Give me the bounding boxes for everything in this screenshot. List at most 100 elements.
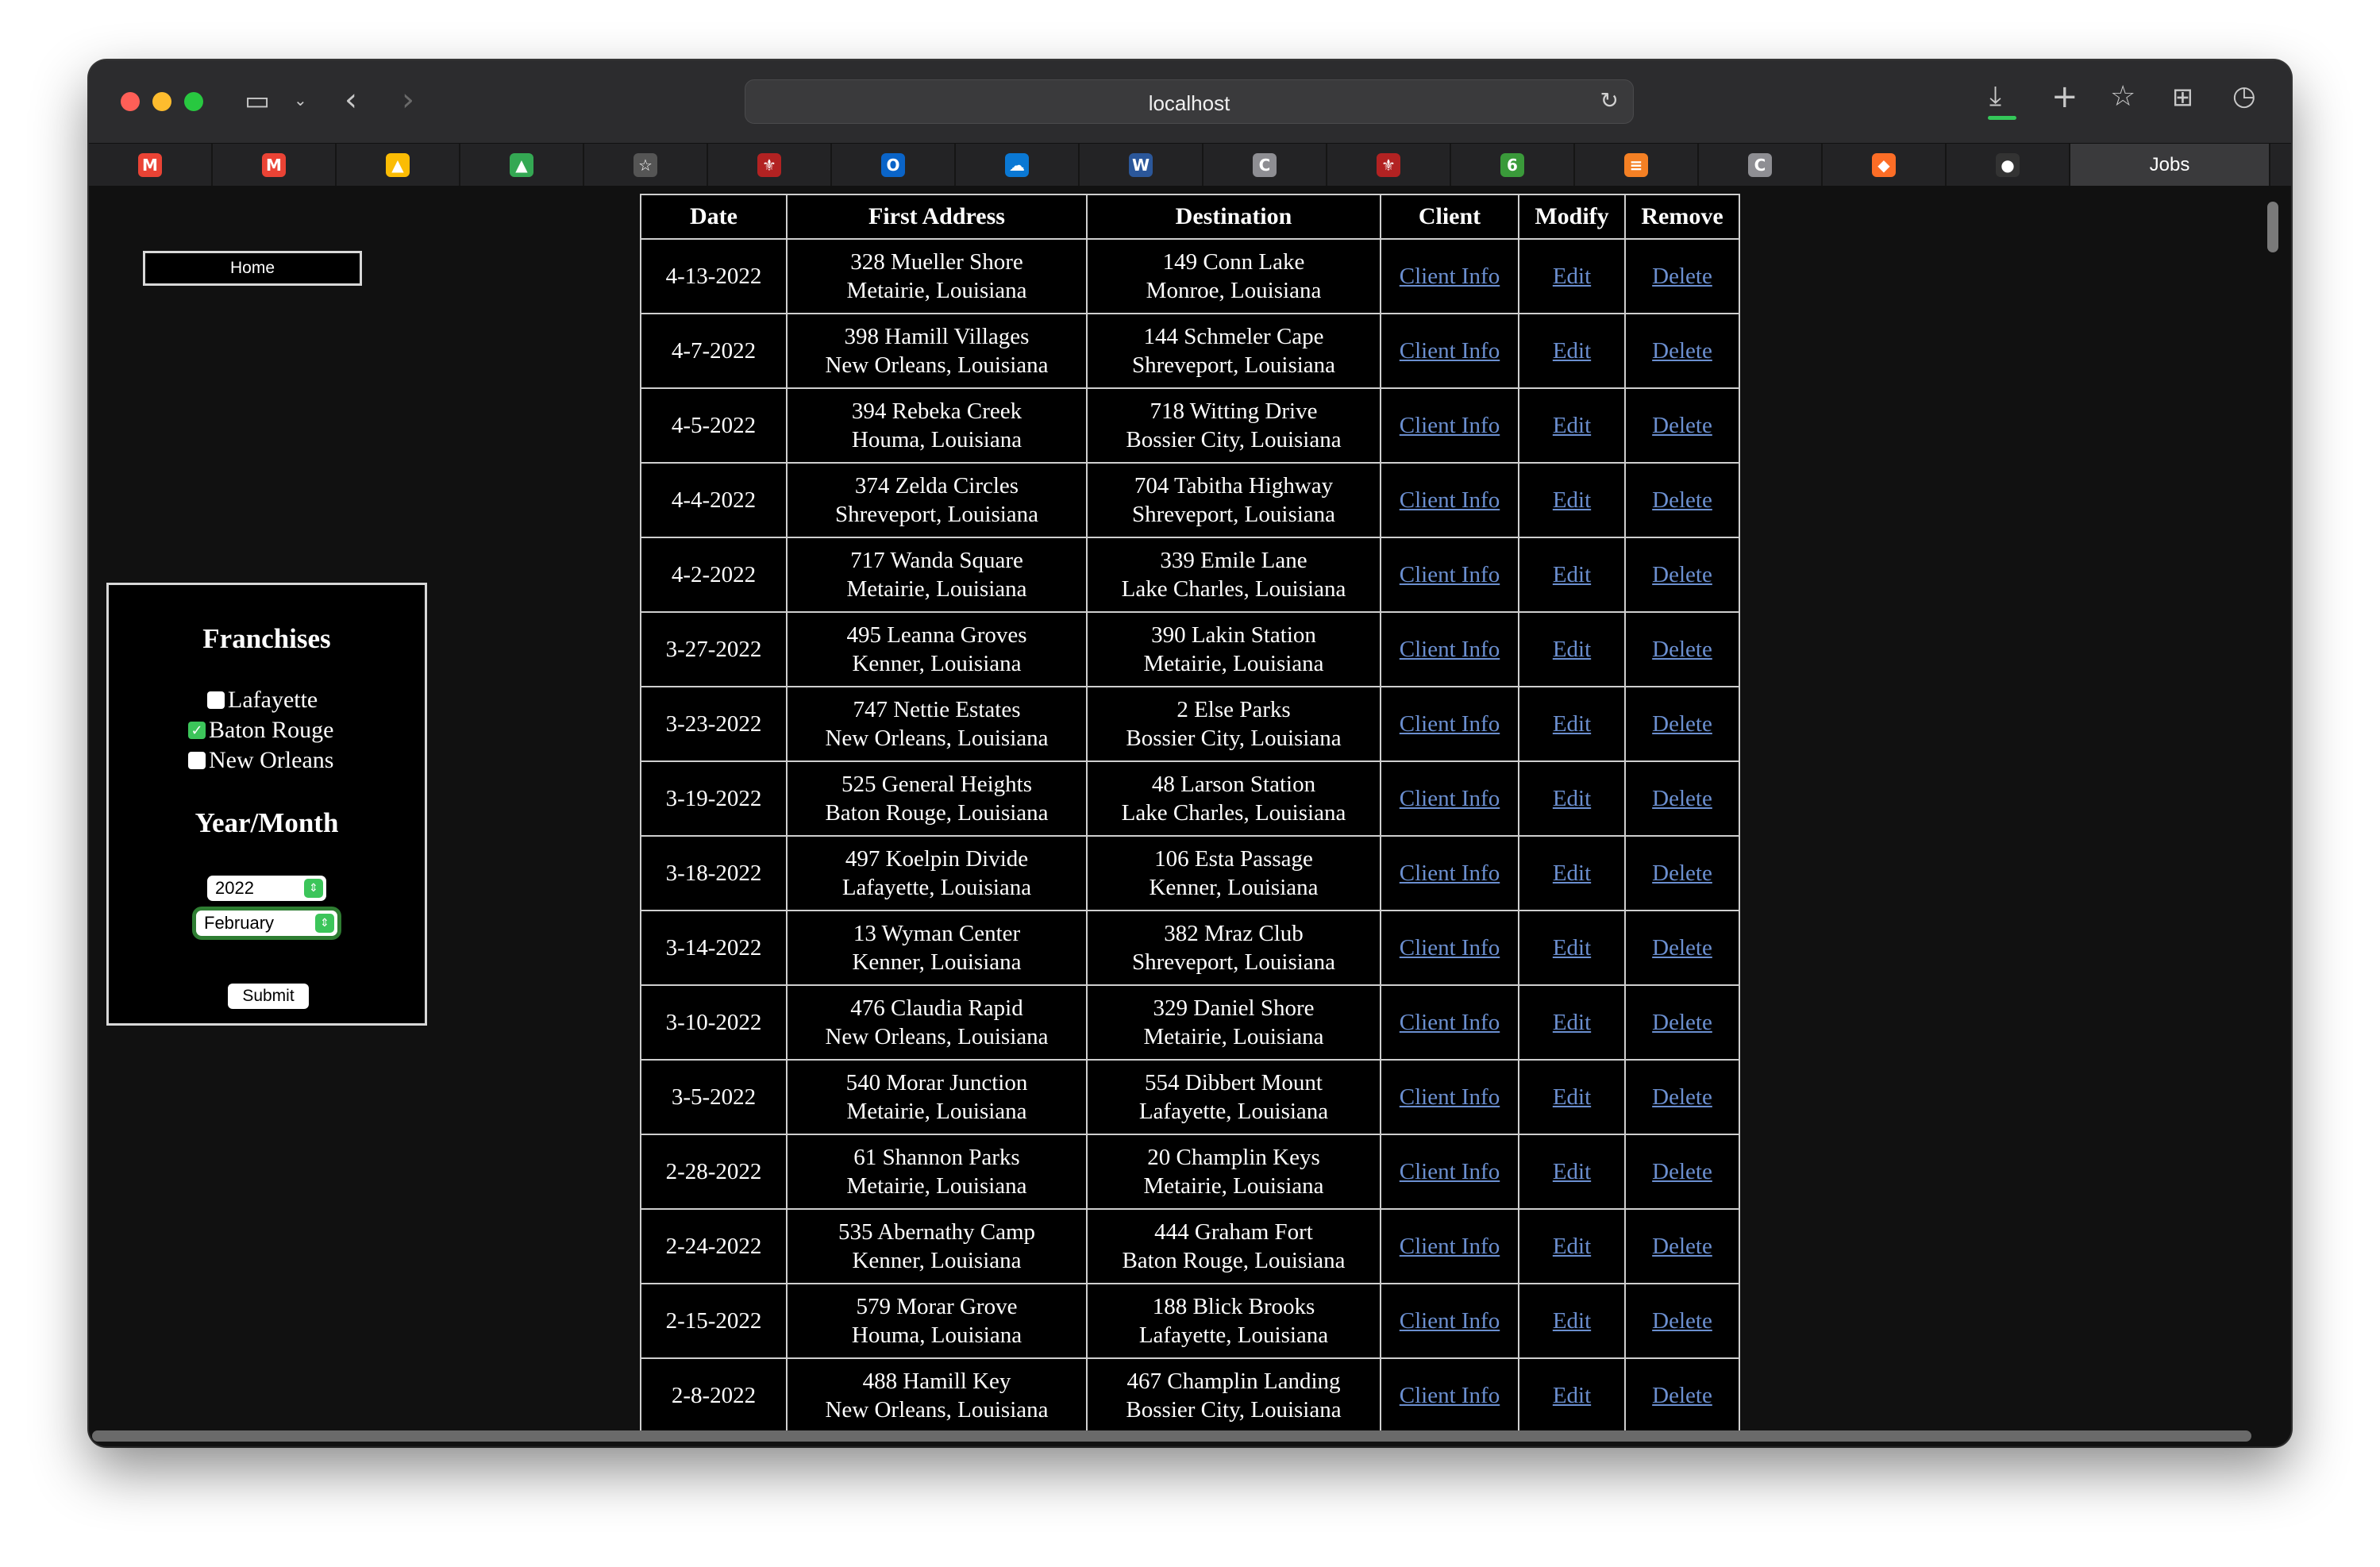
client-info-link[interactable]: Client Info [1380,238,1519,314]
client-info-link[interactable]: Client Info [1380,611,1519,687]
tab-fleur-1[interactable]: ⚜ [708,144,832,187]
vertical-scrollbar[interactable] [2267,202,2278,252]
tab-fleur-2[interactable]: ⚜ [1327,144,1451,187]
chevron-down-icon[interactable]: ⌄ [294,92,307,108]
first-city: New Orleans, Louisiana [825,1024,1049,1049]
edit-link[interactable]: Edit [1518,1283,1626,1359]
edit-link[interactable]: Edit [1518,835,1626,911]
edit-link[interactable]: Edit [1518,1208,1626,1284]
client-info-link[interactable]: Client Info [1380,537,1519,613]
franchise-baton-rouge[interactable]: ✓ Baton Rouge [188,717,334,744]
delete-link[interactable]: Delete [1624,1059,1740,1135]
edit-link[interactable]: Edit [1518,760,1626,837]
edit-link[interactable]: Edit [1518,1059,1626,1135]
delete-link[interactable]: Delete [1624,686,1740,762]
edit-link[interactable]: Edit [1518,313,1626,389]
delete-link[interactable]: Delete [1624,313,1740,389]
client-info-link[interactable]: Client Info [1380,760,1519,837]
delete-link[interactable]: Delete [1624,611,1740,687]
edit-link[interactable]: Edit [1518,611,1626,687]
edit-link[interactable]: Edit [1518,1357,1626,1434]
star-icon[interactable]: ☆ [2110,83,2135,111]
tab-gmail-1[interactable]: M [89,144,213,187]
year-select[interactable]: 2022 ⇕ [207,876,326,901]
delete-link[interactable]: Delete [1624,1283,1740,1359]
table-row: 3-5-2022 540 Morar Junction Metairie, Loui… [640,1059,1740,1135]
delete-link[interactable]: Delete [1624,835,1740,911]
delete-link[interactable]: Delete [1624,387,1740,464]
tab-overview-icon[interactable]: ⊞ [2172,84,2193,110]
client-info-link[interactable]: Client Info [1380,1357,1519,1434]
tab-onedrive[interactable]: ☁ [956,144,1080,187]
delete-link[interactable]: Delete [1624,462,1740,538]
downloads-icon[interactable]: ⤓ [1989,83,2001,110]
edit-link[interactable]: Edit [1518,387,1626,464]
client-info-link[interactable]: Client Info [1380,1134,1519,1210]
back-icon[interactable]: ‹ [345,84,357,116]
baton-rouge-checkbox[interactable]: ✓ [188,722,206,739]
first-street: 61 Shannon Parks [853,1145,1020,1170]
delete-link[interactable]: Delete [1624,910,1740,986]
edit-link[interactable]: Edit [1518,238,1626,314]
tab-gitlab[interactable]: ◆ [1823,144,1947,187]
client-info-link[interactable]: Client Info [1380,313,1519,389]
tab-v[interactable]: V [2270,144,2291,187]
date-cell: 3-5-2022 [640,1059,788,1135]
tab-stack[interactable]: ≡ [1575,144,1699,187]
client-info-link[interactable]: Client Info [1380,1283,1519,1359]
tab-green-app[interactable]: 6 [1451,144,1575,187]
delete-link[interactable]: Delete [1624,760,1740,837]
client-info-link[interactable]: Client Info [1380,387,1519,464]
address-bar[interactable]: localhost ↻ [745,79,1634,124]
tab-c-1[interactable]: C [1203,144,1327,187]
client-info-link[interactable]: Client Info [1380,835,1519,911]
delete-link[interactable]: Delete [1624,1208,1740,1284]
tab-drive-1[interactable]: ▲ [337,144,460,187]
date-cell: 2-15-2022 [640,1283,788,1359]
reload-icon[interactable]: ↻ [1600,90,1619,112]
new-tab-icon[interactable]: + [2051,81,2078,113]
minimize-window-button[interactable] [152,92,171,111]
client-info-link[interactable]: Client Info [1380,462,1519,538]
new-orleans-checkbox[interactable] [188,752,206,769]
horizontal-scrollbar[interactable] [92,1430,2251,1442]
delete-link[interactable]: Delete [1624,1357,1740,1434]
lafayette-checkbox[interactable] [207,691,225,709]
tab-jobs[interactable]: Jobs [2070,144,2270,187]
tab-drive-2[interactable]: ▲ [460,144,584,187]
history-icon[interactable]: ◷ [2232,83,2256,110]
home-button[interactable]: Home [143,251,362,286]
submit-button[interactable]: Submit [228,984,309,1009]
franchise-new-orleans[interactable]: New Orleans [188,747,333,774]
tab-word[interactable]: W [1080,144,1203,187]
franchise-lafayette[interactable]: Lafayette [207,687,318,714]
edit-link[interactable]: Edit [1518,910,1626,986]
edit-link[interactable]: Edit [1518,462,1626,538]
edit-link[interactable]: Edit [1518,984,1626,1061]
close-window-button[interactable] [121,92,140,111]
client-info-link[interactable]: Client Info [1380,984,1519,1061]
delete-link[interactable]: Delete [1624,984,1740,1061]
client-info-link[interactable]: Client Info [1380,686,1519,762]
tab-github[interactable]: ● [1947,144,2070,187]
client-info-link[interactable]: Client Info [1380,1059,1519,1135]
destination-cell: 467 Champlin Landing Bossier City, Louisi… [1086,1357,1381,1434]
select-arrows-icon: ⇕ [315,914,334,933]
client-info-link[interactable]: Client Info [1380,910,1519,986]
edit-link[interactable]: Edit [1518,1134,1626,1210]
month-select[interactable]: February ⇕ [196,911,337,936]
delete-link[interactable]: Delete [1624,238,1740,314]
forward-icon[interactable]: › [402,84,414,116]
edit-link[interactable]: Edit [1518,686,1626,762]
sidebar-toggle-icon[interactable]: ▭ [245,87,270,114]
edit-link[interactable]: Edit [1518,537,1626,613]
tab-c-2[interactable]: C [1699,144,1823,187]
tab-gmail-2[interactable]: M [213,144,337,187]
delete-link[interactable]: Delete [1624,1134,1740,1210]
zoom-window-button[interactable] [184,92,203,111]
delete-link[interactable]: Delete [1624,537,1740,613]
tab-bookmark[interactable]: ☆ [584,144,708,187]
client-info-link[interactable]: Client Info [1380,1208,1519,1284]
first-city: Houma, Louisiana [851,427,1022,452]
tab-outlook[interactable]: O [832,144,956,187]
